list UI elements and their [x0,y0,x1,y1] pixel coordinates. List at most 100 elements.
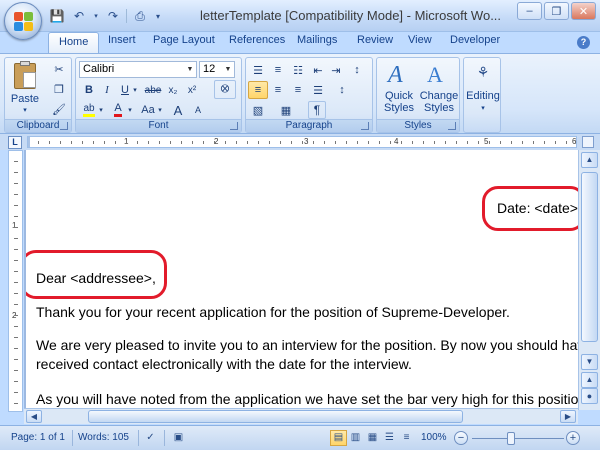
ruler-tick [14,205,18,206]
highlight-dropdown-icon[interactable]: ▾ [97,101,105,119]
scroll-up-icon[interactable]: ▲ [581,152,598,168]
horizontal-scrollbar[interactable]: ◀ ▶ [24,408,578,424]
font-color-dropdown-icon[interactable]: ▾ [126,101,134,119]
tab-mailings[interactable]: Mailings [297,34,337,46]
zoom-in-icon[interactable]: + [566,431,580,445]
subscript-button[interactable]: x₂ [163,81,183,99]
tab-review[interactable]: Review [357,34,393,46]
ruler-tick [159,141,160,144]
tab-developer[interactable]: Developer [450,34,500,46]
tab-view[interactable]: View [408,34,432,46]
zoom-slider-thumb[interactable] [507,432,515,445]
line-spacing-icon[interactable]: ↕ [332,81,352,99]
ruler-tick [170,141,171,144]
font-name-combo[interactable]: Calibri ▼ [79,61,197,78]
change-case-button[interactable]: Aa [138,101,158,119]
paragraph-launcher-icon[interactable] [361,122,369,130]
decrease-indent-icon[interactable]: ⇤ [308,61,328,79]
copy-icon[interactable]: ❐ [49,80,69,98]
draft-view-icon[interactable]: ≡ [398,430,415,446]
underline-dropdown-icon[interactable]: ▾ [131,81,139,99]
scroll-left-icon[interactable]: ◀ [26,410,42,423]
shading-icon[interactable]: ▧ [248,101,268,119]
view-ruler-icon[interactable] [582,136,594,148]
redo-icon[interactable]: ↷ [104,7,122,25]
tab-references[interactable]: References [229,34,285,46]
outline-view-icon[interactable]: ☰ [381,430,398,446]
sort-icon[interactable]: ↕ [347,61,367,79]
borders-icon[interactable]: ▦ [276,101,296,119]
show-formatting-button[interactable]: ¶ [308,101,326,119]
align-right-icon[interactable]: ≡ [288,81,308,99]
clipboard-launcher-icon[interactable] [60,122,68,130]
scroll-down-icon[interactable]: ▼ [581,354,598,370]
align-center-icon[interactable]: ≡ [268,81,288,99]
bold-button[interactable]: B [79,81,99,99]
styles-launcher-icon[interactable] [448,122,456,130]
tab-page-layout[interactable]: Page Layout [153,34,215,46]
vertical-scroll-thumb[interactable] [581,172,598,342]
format-painter-icon[interactable]: 🖌 [49,100,69,118]
tab-home[interactable]: Home [48,32,100,54]
proofing-icon[interactable]: ✓ [142,430,159,446]
document-page[interactable]: Date: <date> Dear <addressee>, Thank you… [26,150,578,412]
previous-page-icon[interactable]: ▲ [581,372,598,388]
undo-icon[interactable]: ↶ [70,7,88,25]
align-left-icon[interactable]: ≡ [248,81,268,99]
paste-icon [14,61,36,89]
zoom-slider-track[interactable] [472,438,564,439]
minimize-button[interactable]: – [517,2,542,20]
change-case-dropdown-icon[interactable]: ▾ [156,101,164,119]
vertical-scrollbar[interactable]: ▲ ▼ ▲ ● [578,150,600,410]
change-styles-button[interactable]: A Change Styles [419,60,459,116]
vertical-ruler[interactable]: 1 2 [8,150,23,412]
ruler-tick [14,315,18,316]
customize-qat-icon[interactable]: ▾ [153,7,163,25]
superscript-button[interactable]: x² [182,81,202,99]
horizontal-ruler[interactable]: 1 2 3 4 5 6 [27,136,577,148]
web-layout-view-icon[interactable]: ▦ [364,430,381,446]
font-color-button[interactable]: A [108,101,128,119]
document-area[interactable]: Date: <date> Dear <addressee>, Thank you… [24,150,578,412]
tab-insert[interactable]: Insert [108,34,136,46]
paste-button[interactable]: Paste ▾ [9,60,41,116]
restore-button[interactable]: ❐ [544,2,569,20]
paragraph-2-line-1[interactable]: We are very pleased to invite you to an … [36,337,578,353]
grow-font-button[interactable]: A [168,101,188,119]
help-icon[interactable]: ? [577,36,590,49]
paragraph-3[interactable]: As you will have noted from the applicat… [36,391,578,407]
page-count[interactable]: Page: 1 of 1 [11,432,65,443]
increase-indent-icon[interactable]: ⇥ [326,61,346,79]
office-button[interactable] [4,2,42,40]
cut-icon[interactable]: ✂ [49,60,69,78]
strikethrough-button[interactable]: abe [143,81,163,99]
paragraph-1[interactable]: Thank you for your recent application fo… [36,304,510,320]
print-icon[interactable]: ⎙ [131,7,149,25]
full-screen-reading-view-icon[interactable]: ▥ [347,430,364,446]
undo-dropdown-icon[interactable]: ▾ [92,7,100,25]
scroll-right-icon[interactable]: ▶ [560,410,576,423]
close-button[interactable]: ✕ [571,2,596,20]
horizontal-scroll-thumb[interactable] [88,410,463,423]
numbering-icon[interactable]: ≡ [268,61,288,79]
font-launcher-icon[interactable] [230,122,238,130]
zoom-out-icon[interactable]: − [454,431,468,445]
bullets-icon[interactable]: ☰ [248,61,268,79]
macro-record-icon[interactable]: ▣ [170,430,187,446]
clear-formatting-icon[interactable]: ⭙ [214,80,236,99]
print-layout-view-icon[interactable]: ▤ [330,430,347,446]
paragraph-2-line-2[interactable]: received contact electronically with the… [36,356,412,372]
editing-button[interactable]: ⚘ Editing ▾ [465,60,501,130]
quick-styles-button[interactable]: A Quick Styles [380,60,418,116]
highlight-button[interactable]: ab [79,101,99,119]
zoom-level[interactable]: 100% [421,432,447,443]
word-count[interactable]: Words: 105 [78,432,129,443]
font-size-combo[interactable]: 12 ▼ [199,61,235,78]
tab-stop-selector[interactable]: L [8,136,22,149]
shrink-font-button[interactable]: A [188,101,208,119]
justify-icon[interactable]: ☰ [308,81,328,99]
multilevel-list-icon[interactable]: ☷ [288,61,308,79]
select-browse-object-icon[interactable]: ● [581,388,598,404]
save-icon[interactable]: 💾 [48,7,66,25]
italic-button[interactable]: I [97,81,117,99]
